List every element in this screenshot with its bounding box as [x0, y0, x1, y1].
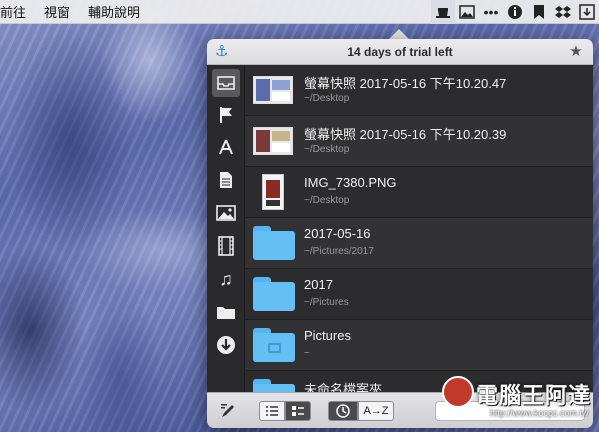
file-path: ~/Desktop [304, 93, 350, 104]
screenshot-thumbnail [253, 70, 293, 110]
folder-path: ~/Pictures/2017 [304, 246, 374, 257]
edit-icon[interactable] [217, 401, 239, 421]
file-name: 螢幕快照 2017-05-16 下午10.20.39 [304, 127, 507, 142]
menu-window[interactable]: 視窗 [44, 2, 70, 21]
watermark: 電腦王阿達 http://www.kocpc.com.tw [442, 372, 592, 426]
category-sidebar: ♫ [207, 65, 245, 392]
folder-name: Pictures [304, 328, 351, 343]
recent-files-popover: ⚓ 14 days of trial left ★ ♫ 螢幕快照 2017-05… [207, 39, 593, 428]
sort-by-time-button[interactable] [328, 401, 358, 421]
menu-bar: 前往 視窗 輔助說明 ••• [0, 0, 599, 24]
folder-name: 2017-05-16 [304, 226, 371, 241]
download-icon[interactable] [212, 331, 240, 359]
sort-by-name-button[interactable]: A→Z [358, 401, 394, 421]
folder-name: 2017 [304, 277, 333, 292]
file-name: 螢幕快照 2017-05-16 下午10.20.47 [304, 76, 507, 91]
watermark-logo-icon [442, 376, 474, 408]
list-view-button[interactable] [259, 401, 285, 421]
file-name: IMG_7380.PNG [304, 175, 397, 190]
document-icon[interactable] [212, 166, 240, 194]
detail-view-button[interactable] [285, 401, 311, 421]
file-list: 螢幕快照 2017-05-16 下午10.20.47 ~/Desktop 螢幕快… [245, 65, 593, 392]
tray-icon[interactable] [212, 69, 240, 97]
pictures-folder-icon [253, 325, 295, 365]
file-path: ~/Desktop [304, 195, 350, 206]
folder-icon[interactable] [212, 298, 240, 326]
list-item[interactable]: 螢幕快照 2017-05-16 下午10.20.39 ~/Desktop [245, 116, 593, 167]
star-icon[interactable]: ★ [567, 43, 585, 61]
list-item[interactable]: Pictures ~ [245, 320, 593, 371]
image-thumbnail [253, 172, 293, 212]
status-icons: ••• [431, 0, 599, 24]
picture-icon[interactable] [212, 199, 240, 227]
folder-icon [253, 223, 295, 263]
dropbox-icon[interactable] [551, 0, 575, 24]
hat-icon[interactable] [431, 0, 455, 24]
file-path: ~/Desktop [304, 144, 350, 155]
image-icon[interactable] [455, 0, 479, 24]
watermark-text: 電腦王阿達 [476, 383, 592, 408]
download-icon[interactable] [575, 0, 599, 24]
anchor-icon[interactable]: ⚓ [215, 43, 233, 61]
menu-help[interactable]: 輔助說明 [88, 2, 140, 21]
flag-icon[interactable] [212, 101, 240, 129]
menu-go[interactable]: 前往 [0, 2, 26, 21]
popover-titlebar: ⚓ 14 days of trial left ★ [207, 39, 593, 65]
folder-icon [253, 376, 295, 392]
list-item[interactable]: 2017 ~/Pictures [245, 269, 593, 320]
apps-icon[interactable] [212, 133, 240, 161]
music-icon[interactable]: ♫ [212, 265, 240, 293]
watermark-url: http://www.kocpc.com.tw [490, 408, 589, 418]
info-icon[interactable] [503, 0, 527, 24]
film-icon[interactable] [212, 232, 240, 260]
more-icon[interactable]: ••• [479, 0, 503, 24]
folder-name: 未命名檔案夾 [304, 382, 383, 392]
list-item[interactable]: 螢幕快照 2017-05-16 下午10.20.47 ~/Desktop [245, 65, 593, 116]
list-item[interactable]: 2017-05-16 ~/Pictures/2017 [245, 218, 593, 269]
folder-path: ~/Pictures [304, 297, 349, 308]
bookmark-icon[interactable] [527, 0, 551, 24]
folder-path: ~ [304, 348, 310, 359]
trial-title: 14 days of trial left [347, 44, 453, 59]
folder-icon [253, 274, 295, 314]
screenshot-thumbnail [253, 121, 293, 161]
list-item[interactable]: IMG_7380.PNG ~/Desktop [245, 167, 593, 218]
